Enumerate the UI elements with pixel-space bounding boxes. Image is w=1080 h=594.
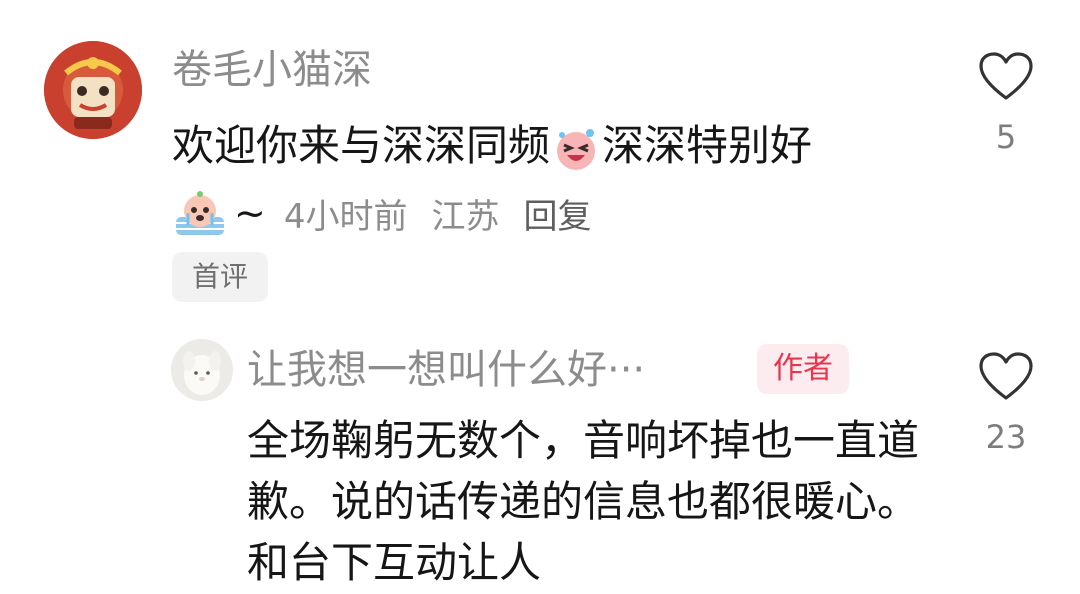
- comment-meta: ~ 4小时前 江苏 回复: [172, 185, 591, 241]
- reply-text: 全场鞠躬无数个，音响坏掉也一直道歉。说的话传递的信息也都很暖心。和台下互动让人: [247, 416, 920, 587]
- heart-outline-icon: [979, 52, 1033, 100]
- white-plush-avatar-icon: [171, 339, 233, 401]
- crying-face-emoji-icon: [172, 187, 228, 239]
- user-avatar[interactable]: [44, 41, 142, 139]
- comment-text: 欢迎你来与深深同频 深深特别好: [172, 119, 812, 173]
- like-count: 5: [995, 118, 1017, 156]
- reply-username[interactable]: 让我想一想叫什么好···: [247, 344, 645, 396]
- reply-button[interactable]: 回复: [523, 189, 591, 238]
- author-badge: 作者: [757, 344, 849, 394]
- comment-username[interactable]: 卷毛小猫深: [172, 44, 372, 96]
- comment-location: 江苏: [431, 196, 500, 237]
- comment-time: 4小时前: [283, 196, 408, 237]
- lion-dance-avatar-icon: [44, 41, 142, 139]
- like-button[interactable]: [979, 52, 1033, 102]
- comment-tilde: ~: [234, 191, 266, 235]
- like-count: 23: [985, 418, 1027, 456]
- first-comment-tag: 首评: [172, 252, 269, 302]
- user-avatar[interactable]: [171, 339, 233, 401]
- comment-text-part: 欢迎你来与深深同频: [172, 121, 551, 170]
- like-button[interactable]: [979, 352, 1033, 402]
- heart-outline-icon: [979, 352, 1033, 400]
- comment-text-part: 深深特别好: [602, 121, 813, 170]
- laughing-face-emoji-icon: [550, 125, 602, 173]
